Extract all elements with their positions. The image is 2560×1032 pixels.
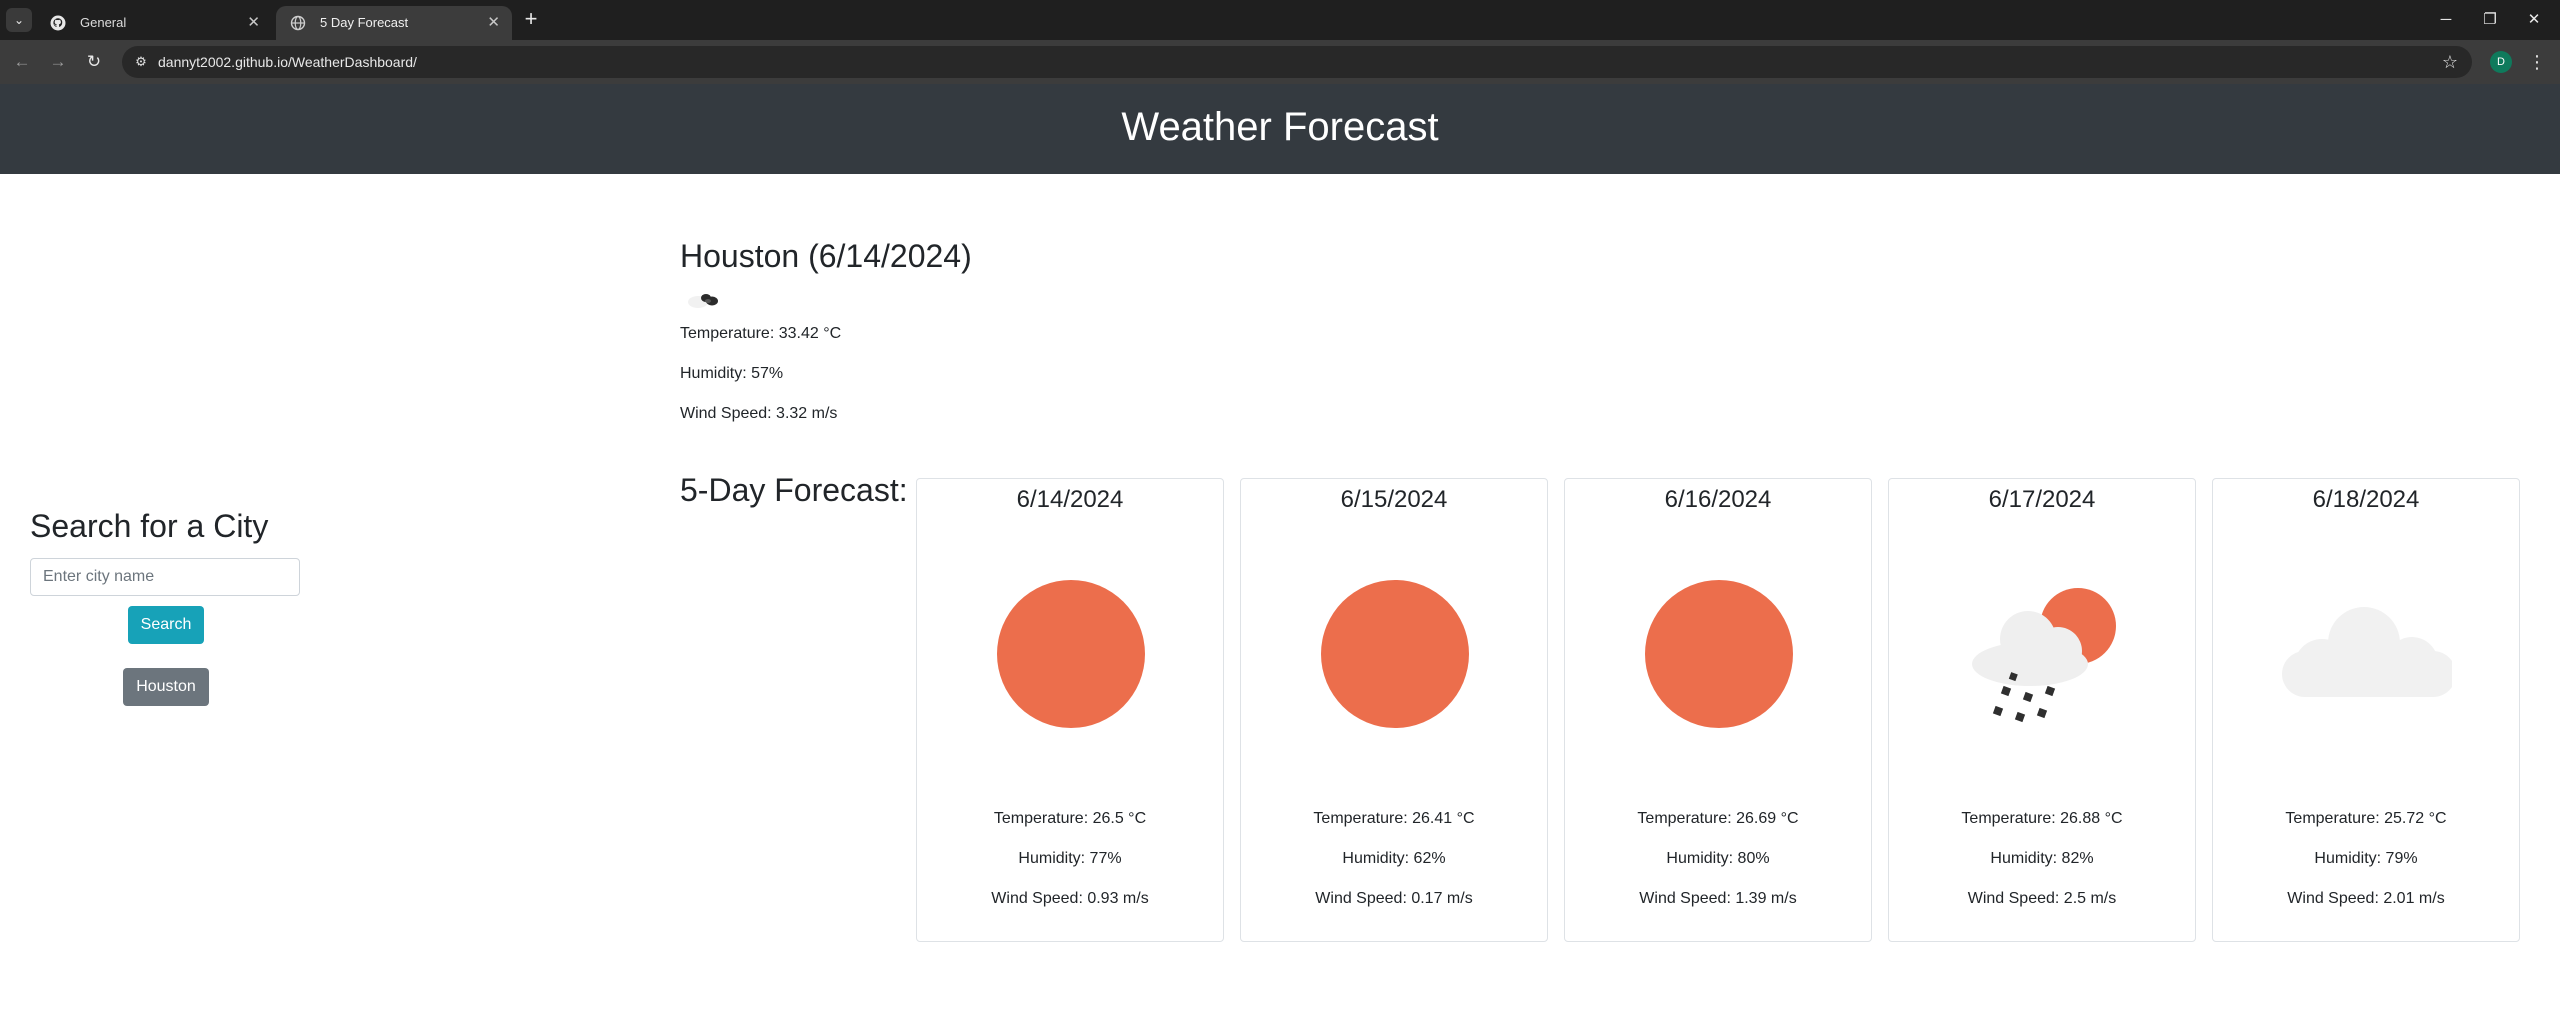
forward-icon[interactable]: → <box>46 50 70 74</box>
tab-title: 5 Day Forecast <box>320 15 409 30</box>
url-text[interactable]: dannyt2002.github.io/WeatherDashboard/ <box>158 46 417 78</box>
city-search-input[interactable] <box>30 558 300 596</box>
current-weather: Houston (6/14/2024) Temperature: 33.42 °… <box>680 236 1380 426</box>
current-wind-speed: Wind Speed: 3.32 m/s <box>680 405 838 422</box>
search-history: Houston <box>30 668 302 706</box>
scattered-clouds-icon <box>688 294 718 308</box>
forecast-card: 6/17/2024 Temperature: 26.88 °C Humidity… <box>1888 478 2196 942</box>
search-title: Search for a City <box>30 508 269 544</box>
sun-icon <box>1645 580 1793 728</box>
search-button[interactable]: Search <box>128 606 204 644</box>
forecast-wind-speed: Wind Speed: 2.5 m/s <box>1967 890 2117 907</box>
forecast-temperature: Temperature: 26.88 °C <box>1961 810 2123 827</box>
close-tab-icon[interactable]: ✕ <box>247 6 260 40</box>
close-window-icon[interactable]: ✕ <box>2514 6 2554 34</box>
sun-icon <box>1321 580 1469 728</box>
forecast-card: 6/16/2024 Temperature: 26.69 °C Humidity… <box>1564 478 1872 942</box>
address-bar[interactable]: ⚙ dannyt2002.github.io/WeatherDashboard/… <box>122 46 2472 78</box>
new-tab-button[interactable]: + <box>518 8 544 32</box>
forecast-humidity: Humidity: 62% <box>1342 850 1446 867</box>
page: Weather Forecast Search for a City Searc… <box>0 84 2560 1032</box>
rain-sun-cloud-icon <box>1972 588 2116 723</box>
current-temperature: Temperature: 33.42 °C <box>680 325 842 342</box>
forecast-humidity: Humidity: 79% <box>2314 850 2418 867</box>
history-city-button[interactable]: Houston <box>123 668 209 706</box>
bookmark-star-icon[interactable]: ☆ <box>2442 50 2458 74</box>
forecast-wind-speed: Wind Speed: 0.17 m/s <box>1315 890 1473 907</box>
tab-general[interactable]: General ✕ <box>36 6 272 40</box>
forecast-temperature: Temperature: 26.41 °C <box>1313 810 1475 827</box>
globe-icon <box>290 15 306 31</box>
forecast-card: 6/15/2024 Temperature: 26.41 °C Humidity… <box>1240 478 1548 942</box>
github-icon <box>50 15 66 31</box>
reload-icon[interactable]: ↻ <box>82 50 106 74</box>
current-city-heading: Houston (6/14/2024) <box>680 238 972 274</box>
forecast-wind-speed: Wind Speed: 0.93 m/s <box>991 890 1149 907</box>
browser-tab-bar: ⌄ General ✕ 5 Day Forecast ✕ + ─ ❐ ✕ <box>0 0 2560 40</box>
sun-icon <box>997 580 1145 728</box>
forecast-card: 6/14/2024 Temperature: 26.5 °C Humidity:… <box>916 478 1224 942</box>
minimize-icon[interactable]: ─ <box>2426 6 2466 34</box>
forecast-humidity: Humidity: 80% <box>1666 850 1770 867</box>
forecast-card: 6/18/2024 Temperature: 25.72 °C Humidity… <box>2212 478 2520 942</box>
forecast-temperature: Temperature: 26.5 °C <box>993 810 1147 827</box>
tab-search-button[interactable]: ⌄ <box>6 8 32 32</box>
profile-avatar[interactable]: D <box>2490 51 2512 73</box>
forecast-date: 6/14/2024 <box>1016 486 1124 513</box>
forecast-date: 6/18/2024 <box>2312 486 2420 513</box>
forecast-temperature: Temperature: 26.69 °C <box>1637 810 1799 827</box>
forecast-humidity: Humidity: 82% <box>1990 850 2094 867</box>
search-sidebar: Search for a City Search Houston <box>30 504 302 706</box>
current-humidity: Humidity: 57% <box>680 365 784 382</box>
forecast-date: 6/17/2024 <box>1988 486 2096 513</box>
forecast-date: 6/16/2024 <box>1664 486 1772 513</box>
back-icon[interactable]: ← <box>10 50 34 74</box>
close-tab-icon[interactable]: ✕ <box>487 6 500 40</box>
forecast-title: 5-Day Forecast: <box>680 472 908 508</box>
forecast-date: 6/15/2024 <box>1340 486 1448 513</box>
tab-5-day-forecast[interactable]: 5 Day Forecast ✕ <box>276 6 512 40</box>
cloud-icon <box>2282 607 2452 697</box>
site-header: Weather Forecast <box>0 84 2560 174</box>
forecast-temperature: Temperature: 25.72 °C <box>2285 810 2447 827</box>
page-title: Weather Forecast <box>1121 105 1439 149</box>
tab-title: General <box>80 15 127 30</box>
browser-menu-icon[interactable]: ⋮ <box>2528 50 2546 74</box>
forecast-wind-speed: Wind Speed: 1.39 m/s <box>1639 890 1797 907</box>
site-settings-icon[interactable]: ⚙ <box>132 53 150 71</box>
restore-icon[interactable]: ❐ <box>2470 6 2510 34</box>
browser-toolbar: ← → ↻ ⚙ dannyt2002.github.io/WeatherDash… <box>0 40 2560 84</box>
forecast-humidity: Humidity: 77% <box>1018 850 1122 867</box>
forecast-wind-speed: Wind Speed: 2.01 m/s <box>2287 890 2445 907</box>
